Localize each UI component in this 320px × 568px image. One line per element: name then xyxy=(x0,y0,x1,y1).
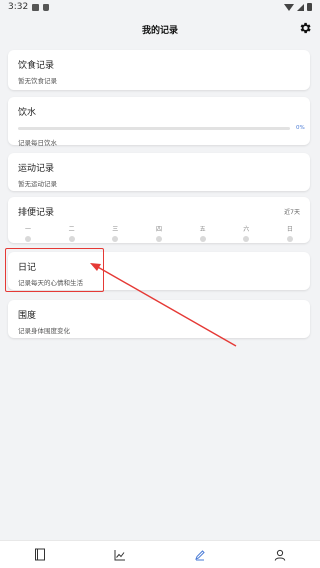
header: 我的记录 xyxy=(0,14,320,44)
bowel-range: 近7天 xyxy=(284,209,300,216)
card-water[interactable]: 饮水 0% 记录每日饮水 xyxy=(8,97,310,147)
day-column: 日 xyxy=(282,224,298,242)
nav-item-pen[interactable] xyxy=(193,548,207,562)
day-label: 四 xyxy=(155,226,162,233)
card-bowel[interactable]: 排便记录 近7天 一 二 三 四 五 六 日 xyxy=(8,197,310,243)
sport-subtitle: 暂无运动记录 xyxy=(18,180,57,188)
diet-subtitle: 暂无饮食记录 xyxy=(18,77,57,85)
week-row: 一 二 三 四 五 六 日 xyxy=(18,224,300,242)
page-title: 我的记录 xyxy=(141,25,178,36)
card-girth[interactable]: 围度 记录身体围度变化 xyxy=(8,300,310,338)
card-sport[interactable]: 运动记录 暂无运动记录 xyxy=(8,153,310,191)
status-time: 3:32 xyxy=(8,2,29,12)
book-icon xyxy=(35,548,45,561)
water-subtitle: 记录每日饮水 xyxy=(18,139,57,147)
battery-icon xyxy=(307,3,312,11)
day-column: 五 xyxy=(195,224,211,242)
day-column: 三 xyxy=(107,224,123,242)
bottom-nav xyxy=(0,540,320,568)
pen-icon xyxy=(195,549,205,560)
diet-title: 饮食记录 xyxy=(18,61,55,71)
status-right xyxy=(284,3,312,11)
day-label: 六 xyxy=(243,226,250,233)
person-icon xyxy=(274,549,286,561)
day-dot xyxy=(199,236,206,242)
bowel-header: 排便记录 近7天 xyxy=(18,205,300,218)
water-progress-row: 0% xyxy=(18,125,305,131)
sport-title: 运动记录 xyxy=(18,164,55,174)
card-diet[interactable]: 饮食记录 暂无饮食记录 xyxy=(8,50,310,90)
gear-icon[interactable] xyxy=(298,21,312,35)
day-dot xyxy=(155,236,162,242)
day-column: 四 xyxy=(151,224,167,242)
water-progress-bar xyxy=(18,126,290,130)
nav-item-book[interactable] xyxy=(33,548,47,562)
day-dot xyxy=(25,236,31,242)
nav-item-person[interactable] xyxy=(273,548,287,562)
bowel-title: 排便记录 xyxy=(18,208,55,218)
card-diary[interactable]: 日记 记录每天的心情和生活 xyxy=(8,252,310,290)
image-notification-icon xyxy=(32,3,40,11)
water-title: 饮水 xyxy=(18,108,37,118)
day-column: 六 xyxy=(238,224,254,242)
water-progress-label: 0% xyxy=(296,125,305,131)
status-left: 3:32 xyxy=(8,2,50,12)
lock-notification-icon xyxy=(43,3,50,11)
chart-icon xyxy=(114,549,125,560)
day-column: 二 xyxy=(64,224,80,242)
day-dot xyxy=(243,236,250,242)
girth-subtitle: 记录身体围度变化 xyxy=(18,327,70,335)
day-dot xyxy=(68,236,75,242)
nav-item-chart[interactable] xyxy=(113,548,127,562)
day-column: 一 xyxy=(20,224,36,242)
day-label: 三 xyxy=(112,226,119,233)
diary-subtitle: 记录每天的心情和生活 xyxy=(18,279,83,287)
screen: 3:32 我的记录 饮食记录 暂无饮食记录 饮水 0% 记录每日饮水 运动记录 … xyxy=(0,0,320,568)
day-dot xyxy=(286,236,293,242)
day-label: 五 xyxy=(199,226,206,233)
girth-title: 围度 xyxy=(18,311,37,321)
signal-icon xyxy=(297,3,304,11)
wifi-icon xyxy=(284,4,294,11)
status-bar: 3:32 xyxy=(0,0,320,14)
day-label: 二 xyxy=(68,226,75,233)
day-label: 日 xyxy=(286,226,293,233)
day-label: 一 xyxy=(24,226,31,233)
day-dot xyxy=(112,236,119,242)
diary-title: 日记 xyxy=(18,263,37,273)
